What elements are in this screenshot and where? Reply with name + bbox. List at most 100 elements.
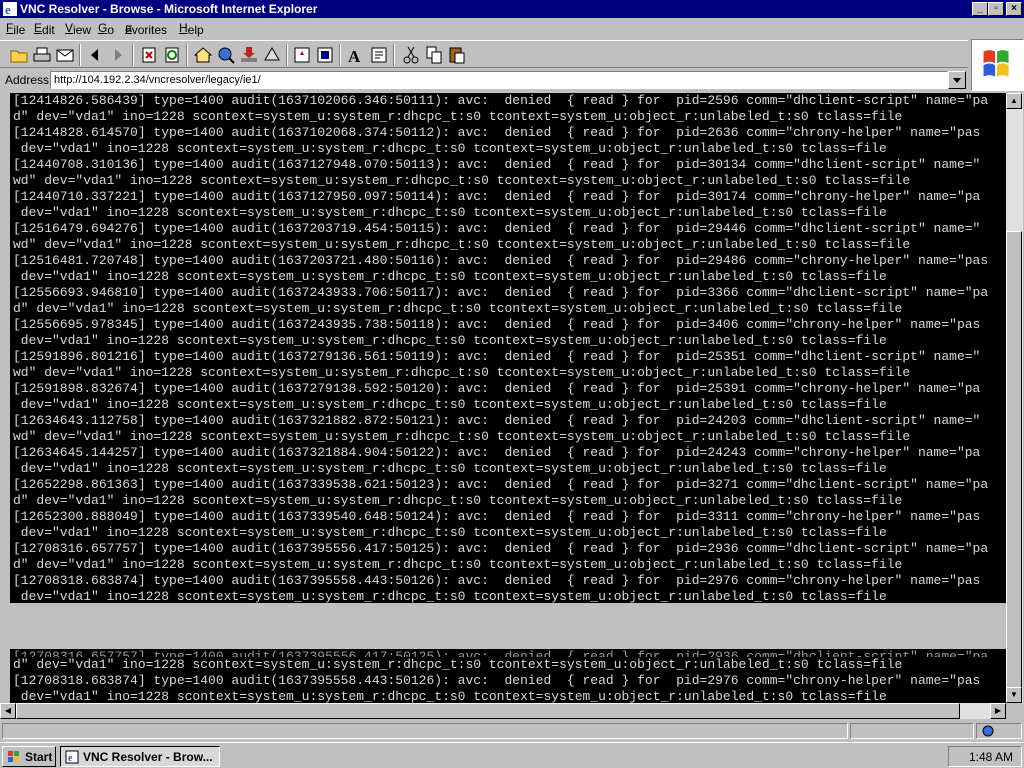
download-icon[interactable] — [238, 44, 260, 66]
windows-flag-icon — [983, 50, 1009, 77]
internet-zone-icon — [982, 725, 994, 737]
console-line: dev="vda1" ino=1228 scontext=system_u:sy… — [13, 397, 887, 412]
toolbar-separator — [339, 44, 341, 66]
svg-text:e: e — [68, 753, 73, 764]
open-folder-icon[interactable] — [8, 44, 30, 66]
maximize-button[interactable]: ▫ — [988, 2, 1004, 16]
stop-icon[interactable] — [138, 44, 160, 66]
menu-file[interactable]: File — [6, 21, 25, 37]
console-line: [12556693.946810] type=1400 audit(163724… — [13, 285, 989, 300]
menu-go[interactable]: Go — [98, 21, 114, 37]
forward-icon[interactable] — [107, 44, 129, 66]
console-line: [12516481.720748] type=1400 audit(163720… — [13, 253, 989, 268]
clock[interactable]: 1:48 AM — [969, 750, 1013, 764]
toolbar-separator — [286, 44, 288, 66]
console-line: [12591896.801216] type=1400 audit(163727… — [13, 349, 981, 364]
toolbar-separator — [393, 44, 395, 66]
console-line: d" dev="vda1" ino=1228 scontext=system_u… — [13, 109, 903, 124]
console-line: dev="vda1" ino=1228 scontext=system_u:sy… — [13, 461, 887, 476]
vnc-console-screen[interactable]: [12414826.586439] type=1400 audit(163710… — [10, 93, 1006, 603]
format-icon[interactable] — [368, 44, 390, 66]
horizontal-scrollbar[interactable]: ◀ ▶ — [0, 703, 1006, 719]
console-line: [12516479.694276] type=1400 audit(163720… — [13, 221, 981, 236]
print-icon[interactable] — [31, 44, 53, 66]
ie-page-icon: e — [65, 750, 79, 764]
scroll-left-button[interactable]: ◀ — [0, 703, 16, 719]
status-text-pane — [2, 723, 848, 739]
status-progress-pane — [850, 723, 974, 739]
status-bar — [0, 721, 1024, 741]
window-title: VNC Resolver - Browse - Microsoft Intern… — [20, 2, 318, 16]
console-line: dev="vda1" ino=1228 scontext=system_u:sy… — [13, 525, 887, 540]
scroll-up-button[interactable]: ▲ — [1006, 93, 1022, 109]
taskbar-item-vnc-resolver[interactable]: e VNC Resolver - Brow... — [60, 746, 220, 767]
browser-viewport[interactable]: [12414826.586439] type=1400 audit(163710… — [0, 93, 1006, 703]
console-line: [12440710.337221] type=1400 audit(163712… — [13, 189, 981, 204]
toolbar-separator — [132, 44, 134, 66]
console-line: [12708316.657757] type=1400 audit(163739… — [13, 541, 989, 556]
console-line: [12652300.888049] type=1400 audit(163733… — [13, 509, 981, 524]
address-dropdown-button[interactable] — [948, 71, 966, 89]
vertical-scroll-thumb[interactable] — [1006, 231, 1022, 701]
toolbar-separator — [79, 44, 81, 66]
horizontal-scroll-thumb[interactable] — [16, 703, 960, 719]
windows-logo-throbber — [971, 39, 1024, 91]
start-button[interactable]: Start — [2, 746, 56, 767]
console-line: d" dev="vda1" ino=1228 scontext=system_u… — [13, 493, 903, 508]
svg-text:A: A — [348, 47, 361, 66]
toolbar-separator — [186, 44, 188, 66]
copy-icon[interactable] — [423, 44, 445, 66]
console-line: dev="vda1" ino=1228 scontext=system_u:sy… — [13, 333, 887, 348]
console-line: [12414826.586439] type=1400 audit(163710… — [13, 93, 989, 108]
address-bar: Address: http://104.192.2.34/vncresolver… — [0, 70, 968, 90]
console-line: wd" dev="vda1" ino=1228 scontext=system_… — [13, 365, 911, 380]
toolbar: A — [0, 40, 968, 68]
title-bar[interactable]: e VNC Resolver - Browse - Microsoft Inte… — [0, 0, 1024, 18]
console-line: [12634645.144257] type=1400 audit(163732… — [13, 445, 981, 460]
console-line: d" dev="vda1" ino=1228 scontext=system_u… — [13, 301, 903, 316]
menu-view[interactable]: View — [65, 21, 91, 37]
font-size-icon[interactable]: A — [345, 44, 367, 66]
address-input[interactable]: http://104.192.2.34/vncresolver/legacy/i… — [50, 71, 948, 89]
menu-bar: File Edit View Go Fa vorites Help — [0, 19, 968, 39]
refresh-icon[interactable] — [161, 44, 183, 66]
console-line: [12708318.683874] type=1400 audit(163739… — [13, 573, 981, 588]
minimize-button[interactable]: _ — [972, 2, 988, 16]
back-icon[interactable] — [84, 44, 106, 66]
favorites-icon[interactable] — [261, 44, 283, 66]
channels-icon[interactable] — [291, 44, 313, 66]
taskbar-item-label: VNC Resolver - Brow... — [83, 750, 213, 764]
console-line: [12440708.310136] type=1400 audit(163712… — [13, 157, 981, 172]
console-line: [12708318.683874] type=1400 audit(163739… — [13, 673, 981, 688]
scroll-right-button[interactable]: ▶ — [990, 703, 1006, 719]
system-tray: 1:48 AM — [948, 746, 1022, 767]
close-button[interactable]: × — [1006, 2, 1022, 16]
windows-flag-icon — [8, 751, 19, 762]
fullscreen-icon[interactable] — [314, 44, 336, 66]
search-icon[interactable] — [215, 44, 237, 66]
console-line: dev="vda1" ino=1228 scontext=system_u:sy… — [13, 269, 887, 284]
vertical-scrollbar[interactable]: ▲ ▼ — [1006, 93, 1023, 703]
vnc-console-screen-duplicate[interactable]: [12708316.657757] type=1400 audit(163739… — [10, 649, 1006, 703]
status-zone-pane — [976, 723, 1022, 739]
ie-window-icon[interactable]: e — [2, 1, 18, 17]
chevron-down-icon — [953, 78, 961, 83]
scrollbar-corner — [1006, 703, 1024, 719]
home-icon[interactable] — [192, 44, 214, 66]
menu-favorites[interactable]: Fa vorites — [125, 21, 167, 37]
menu-edit[interactable]: Edit — [34, 21, 55, 37]
console-line: [12634643.112758] type=1400 audit(163732… — [13, 413, 981, 428]
scroll-down-button[interactable]: ▼ — [1006, 687, 1022, 703]
console-line: [12414828.614570] type=1400 audit(163710… — [13, 125, 981, 140]
console-line: wd" dev="vda1" ino=1228 scontext=system_… — [13, 173, 911, 188]
console-line: [12708316.657757] type=1400 audit(163739… — [13, 649, 989, 657]
taskbar: Start e VNC Resolver - Brow... 1:48 AM — [0, 742, 1024, 768]
console-line: wd" dev="vda1" ino=1228 scontext=system_… — [13, 237, 911, 252]
paste-icon[interactable] — [446, 44, 468, 66]
console-line: dev="vda1" ino=1228 scontext=system_u:sy… — [13, 141, 887, 156]
mail-icon[interactable] — [54, 44, 76, 66]
start-label: Start — [25, 750, 53, 764]
cut-icon[interactable] — [400, 44, 422, 66]
console-line: [12591898.832674] type=1400 audit(163727… — [13, 381, 981, 396]
menu-help[interactable]: Help — [179, 21, 204, 37]
